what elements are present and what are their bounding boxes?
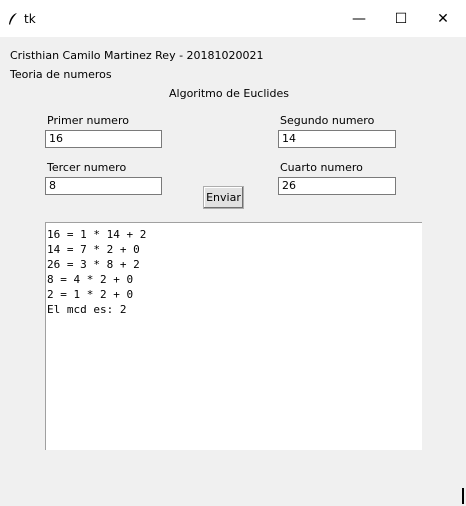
output-line: 14 = 7 * 2 + 0 — [47, 243, 140, 256]
enviar-button[interactable]: Enviar — [203, 186, 244, 209]
course-label: Teoria de numeros — [10, 68, 112, 81]
maximize-button[interactable]: ☐ — [378, 0, 424, 37]
primer-numero-label: Primer numero — [47, 114, 129, 127]
segundo-numero-label: Segundo numero — [280, 114, 375, 127]
minimize-button[interactable]: — — [336, 0, 382, 37]
output-line: 8 = 4 * 2 + 0 — [47, 273, 134, 286]
cuarto-numero-label: Cuarto numero — [280, 161, 363, 174]
author-label: Cristhian Camilo Martinez Rey - 20181020… — [10, 49, 264, 62]
resize-corner-mark — [462, 488, 464, 504]
feather-icon — [9, 13, 17, 25]
output-line: 2 = 1 * 2 + 0 — [47, 288, 134, 301]
tercer-numero-input[interactable]: 8 — [45, 177, 162, 195]
segundo-numero-input[interactable]: 14 — [278, 130, 396, 148]
output-line: 16 = 1 * 14 + 2 — [47, 228, 147, 241]
primer-numero-input[interactable]: 16 — [45, 130, 162, 148]
tercer-numero-label: Tercer numero — [47, 161, 127, 174]
output-textbox[interactable]: 16 = 1 * 14 + 2 14 = 7 * 2 + 0 26 = 3 * 8 … — [45, 222, 422, 450]
output-line: 26 = 3 * 8 + 2 — [47, 258, 140, 271]
window-title: tk — [24, 12, 36, 26]
close-button[interactable]: ✕ — [420, 0, 466, 37]
title-bar[interactable]: tk — ☐ ✕ — [0, 0, 466, 37]
output-line: El mcd es: 2 — [47, 303, 127, 316]
cuarto-numero-input[interactable]: 26 — [278, 177, 396, 195]
algorithm-heading: Algoritmo de Euclides — [169, 87, 289, 100]
